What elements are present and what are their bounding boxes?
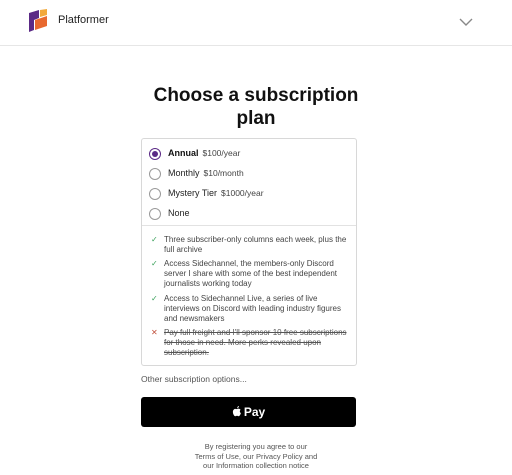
apple-icon	[232, 406, 241, 417]
plan-price: $100/year	[202, 148, 241, 158]
perk-text: Access to Sidechannel Live, a series of …	[164, 294, 341, 323]
perk-text: Three subscriber-only columns each week,…	[164, 235, 347, 254]
legal-line-links[interactable]: Terms of Use, our Privacy Policy and	[150, 452, 362, 462]
plan-name-label: None	[168, 208, 190, 218]
platformer-logo-icon[interactable]	[26, 9, 48, 33]
radio-button[interactable]	[149, 188, 161, 200]
brand-name[interactable]: Platformer	[58, 14, 109, 26]
check-icon: ✓	[151, 294, 158, 303]
chevron-down-icon[interactable]	[458, 14, 474, 30]
legal-line: By registering you agree to our	[204, 442, 308, 451]
plan-name: Monthly $10/month	[168, 168, 244, 178]
x-icon: ✕	[151, 328, 158, 337]
plan-name-label: Mystery Tier	[168, 188, 218, 198]
plan-option-none[interactable]: None	[142, 204, 356, 224]
check-icon: ✓	[151, 235, 158, 244]
radio-selected[interactable]	[149, 148, 161, 160]
perk-text: Pay full freight and I'll sponsor 10 fre…	[164, 328, 347, 357]
plan-price: $1000/year	[221, 188, 264, 198]
plan-name: Annual $100/year	[168, 148, 240, 158]
radio-button[interactable]	[149, 208, 161, 220]
plan-option-annual[interactable]: Annual $100/year	[142, 144, 356, 164]
pay-label: Pay	[243, 405, 266, 419]
check-icon: ✓	[151, 259, 158, 268]
perk-text: Access Sidechannel, the members-only Dis…	[164, 259, 337, 288]
legal-notice: By registering you agree to our Terms of…	[150, 442, 362, 471]
plan-option-mystery-tier[interactable]: Mystery Tier $1000/year	[142, 184, 356, 204]
plan-option-monthly[interactable]: Monthly $10/month	[142, 164, 356, 184]
divider	[142, 225, 356, 226]
radio-button[interactable]	[149, 168, 161, 180]
plan-price: $10/month	[203, 168, 244, 178]
plan-name-label: Monthly	[168, 168, 200, 178]
other-subscription-options-link[interactable]: Other subscription options...	[141, 374, 247, 384]
apple-pay-button[interactable]: Pay	[141, 397, 356, 427]
legal-line-links[interactable]: our Information collection notice	[150, 461, 362, 471]
plan-selector: Annual $100/year Monthly $10/month Mystery…	[141, 138, 357, 366]
plan-name: Mystery Tier $1000/year	[168, 188, 264, 198]
page-title: Choose a subscription plan	[153, 85, 359, 129]
top-bar: Platformer	[0, 0, 512, 46]
plan-name-label: Annual	[168, 148, 199, 158]
plan-name: None	[168, 208, 190, 218]
pay-button-content: Pay	[232, 405, 265, 419]
